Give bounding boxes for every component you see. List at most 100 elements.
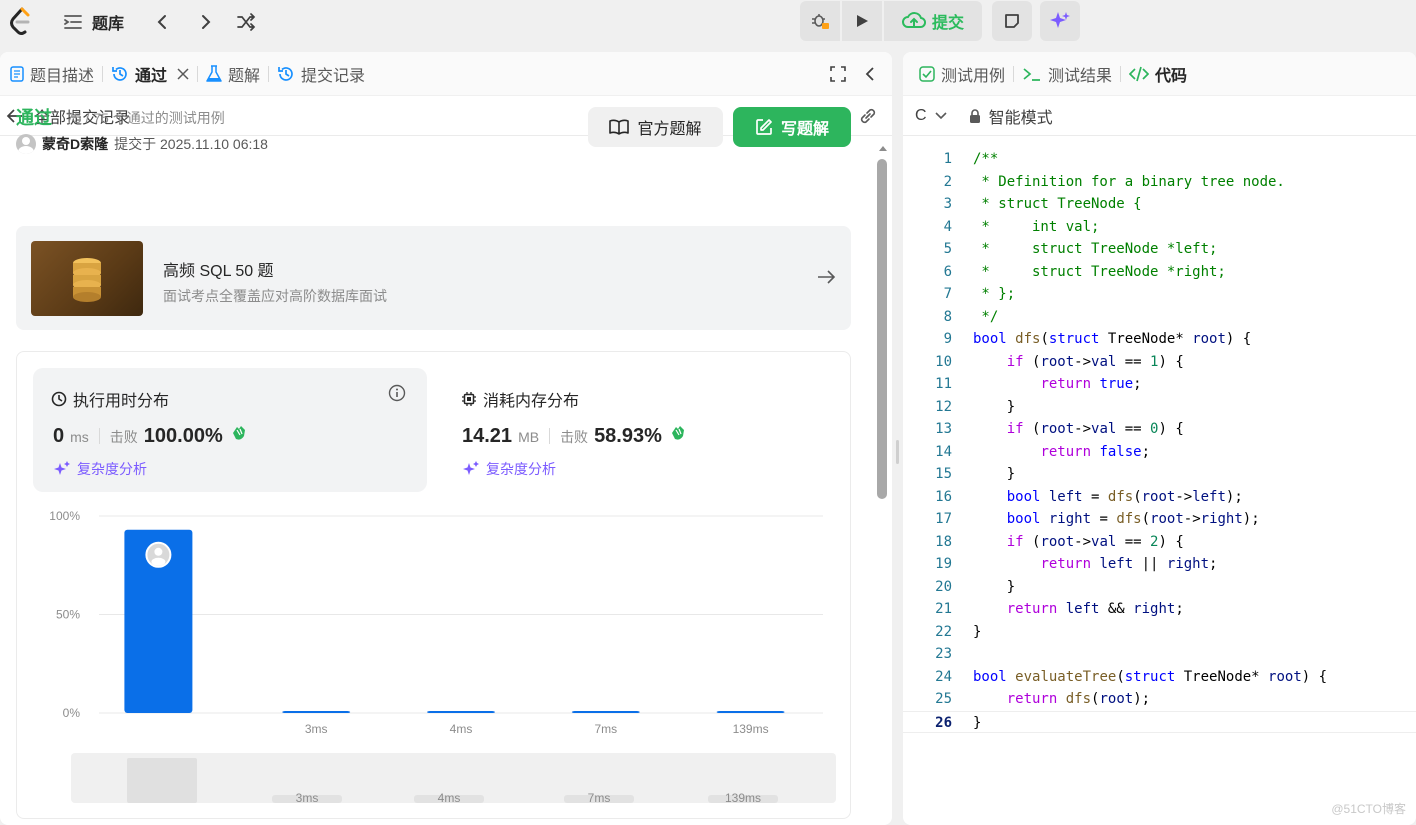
memory-complexity-link[interactable]: 复杂度分析	[462, 459, 556, 479]
line-number: 1	[943, 151, 952, 167]
next-problem-button[interactable]	[194, 7, 216, 37]
official-solution-label: 官方题解	[637, 121, 702, 138]
code-line[interactable]: 10 if (root->val == 1) {	[903, 351, 1416, 374]
code-line[interactable]: 14 return false;	[903, 441, 1416, 464]
line-number: 16	[935, 488, 952, 505]
runtime-complexity-link[interactable]: 复杂度分析	[53, 459, 147, 479]
official-solution-button[interactable]: 官方题解	[588, 107, 723, 147]
code-line[interactable]: 23	[903, 643, 1416, 666]
chevron-down-icon	[934, 111, 947, 119]
line-number: 4	[943, 218, 952, 235]
cloud-upload-icon	[902, 12, 926, 28]
stats-card: 执行用时分布 0 ms 击败 100.00% 复杂度分析 消耗内存分布 14.2…	[16, 351, 851, 819]
tab-testcases[interactable]: 测试用例	[903, 52, 1013, 96]
author-row: 蒙奇D索隆 提交于 2025.11.10 06:18	[16, 134, 268, 154]
code-line[interactable]: 12 }	[903, 396, 1416, 419]
watermark: @51CTO博客	[1331, 802, 1406, 816]
language-label: C	[915, 106, 927, 124]
code-line[interactable]: 5 * struct TreeNode *left;	[903, 238, 1416, 261]
memory-stats-row: 14.21 MB 击败 58.93%	[462, 424, 688, 448]
separator	[549, 428, 551, 444]
play-icon	[857, 15, 868, 27]
line-number: 20	[935, 578, 952, 595]
overview-label: 7ms	[588, 791, 611, 805]
code-line[interactable]: 13 if (root->val == 0) {	[903, 418, 1416, 441]
overview-label: 4ms	[438, 791, 461, 805]
tab-code[interactable]: 代码	[1121, 52, 1195, 96]
code-line[interactable]: 22}	[903, 621, 1416, 644]
code-line[interactable]: 9 bool dfs(struct TreeNode* root) {	[903, 328, 1416, 351]
code-line[interactable]: 26}	[903, 710, 1416, 733]
line-number: 12	[935, 398, 952, 415]
code-line[interactable]: 20 }	[903, 576, 1416, 599]
avatar[interactable]	[16, 134, 36, 154]
line-text: }	[973, 398, 1016, 415]
code-line[interactable]: 21 return left && right;	[903, 598, 1416, 621]
prev-problem-button[interactable]	[152, 7, 174, 37]
run-button[interactable]	[842, 1, 882, 41]
arrow-right-icon[interactable]	[816, 268, 836, 286]
line-number: 8	[943, 308, 952, 325]
code-editor[interactable]: 1 /** 2 * Definition for a binary tree nod…	[903, 148, 1416, 733]
code-line[interactable]: 17 bool right = dfs(root->right);	[903, 508, 1416, 531]
line-number: 26	[935, 714, 952, 731]
write-solution-button[interactable]: 写题解	[733, 107, 851, 147]
code-line[interactable]: 6 * struct TreeNode *right;	[903, 261, 1416, 284]
submit-button[interactable]: 提交	[884, 1, 982, 41]
problemset-link[interactable]: 题库	[62, 7, 124, 37]
line-number: 9	[943, 331, 952, 347]
code-line[interactable]: 7 * };	[903, 283, 1416, 306]
line-text: if (root->val == 0) {	[1006, 421, 1184, 437]
code-line[interactable]: 1 /**	[903, 148, 1416, 171]
line-text: bool right = dfs(root->right);	[1006, 511, 1260, 527]
code-line[interactable]: 24 bool evaluateTree(struct TreeNode* roo…	[903, 666, 1416, 689]
left-panel: 题目描述 通过 题解 提交记录 全部提交记录 通过 75 / 75 个通过的测试…	[0, 52, 892, 825]
notes-button[interactable]	[992, 1, 1032, 41]
code-line[interactable]: 19 return left || right;	[903, 553, 1416, 576]
line-text: }	[973, 623, 982, 640]
panel-resize-handle[interactable]	[896, 440, 899, 464]
shuffle-icon	[237, 13, 256, 31]
x-tick-label: 7ms	[594, 722, 617, 736]
debug-button[interactable]	[800, 1, 840, 41]
line-text: bool evaluateTree(struct TreeNode* root)…	[973, 668, 1328, 685]
leetcode-logo[interactable]	[8, 6, 34, 36]
code-line[interactable]: 3 * struct TreeNode {	[903, 193, 1416, 216]
scroll-up-icon[interactable]	[878, 144, 888, 152]
line-text: return left || right;	[1040, 556, 1218, 572]
y-tick-label: 0%	[63, 706, 81, 720]
code-icon	[1129, 66, 1150, 81]
memory-title: 消耗内存分布	[461, 387, 579, 411]
code-line[interactable]: 25 return dfs(root);	[903, 688, 1416, 711]
random-problem-button[interactable]	[234, 7, 258, 37]
line-text	[952, 643, 973, 666]
code-line[interactable]: 11 return true;	[903, 373, 1416, 396]
right-panel: 测试用例 测试结果 代码 C 智能模式 1 /** 2 * Definition f…	[903, 52, 1416, 825]
chart-bar	[716, 711, 785, 713]
code-line[interactable]: 18 if (root->val == 2) {	[903, 531, 1416, 554]
y-tick-label: 100%	[49, 509, 80, 523]
code-line[interactable]: 15 }	[903, 463, 1416, 486]
tab-test-results[interactable]: 测试结果	[1014, 52, 1120, 96]
code-line[interactable]: 4 * int val;	[903, 216, 1416, 239]
scrollbar-thumb[interactable]	[877, 159, 887, 499]
code-line[interactable]: 2 * Definition for a binary tree node.	[903, 171, 1416, 194]
code-line[interactable]: 8 */	[903, 306, 1416, 329]
language-select[interactable]: C	[915, 107, 947, 125]
ai-assistant-button[interactable]	[1040, 1, 1080, 41]
smart-mode-toggle[interactable]: 智能模式	[969, 104, 1053, 128]
line-number: 2	[943, 173, 952, 190]
info-icon[interactable]	[388, 384, 406, 402]
runtime-distribution-chart[interactable]: 100% 50% 0% 3ms 4ms 7ms 139ms 3ms 4ms 7ms 139ms	[17, 502, 852, 820]
line-number: 25	[935, 691, 952, 707]
code-line[interactable]: 16 bool left = dfs(root->left);	[903, 486, 1416, 509]
bug-lock-icon	[812, 14, 829, 29]
editor-toolbar: C 智能模式	[903, 96, 1416, 136]
line-number: 10	[935, 353, 952, 370]
line-text: * };	[973, 286, 1016, 302]
list-icon	[64, 15, 82, 29]
line-text: }	[973, 466, 1016, 482]
promo-card[interactable]: 高频 SQL 50 题 面试考点全覆盖应对高阶数据库面试	[16, 226, 851, 330]
author-name[interactable]: 蒙奇D索隆	[42, 134, 108, 154]
runtime-panel[interactable]: 执行用时分布 0 ms 击败 100.00% 复杂度分析	[33, 368, 427, 492]
